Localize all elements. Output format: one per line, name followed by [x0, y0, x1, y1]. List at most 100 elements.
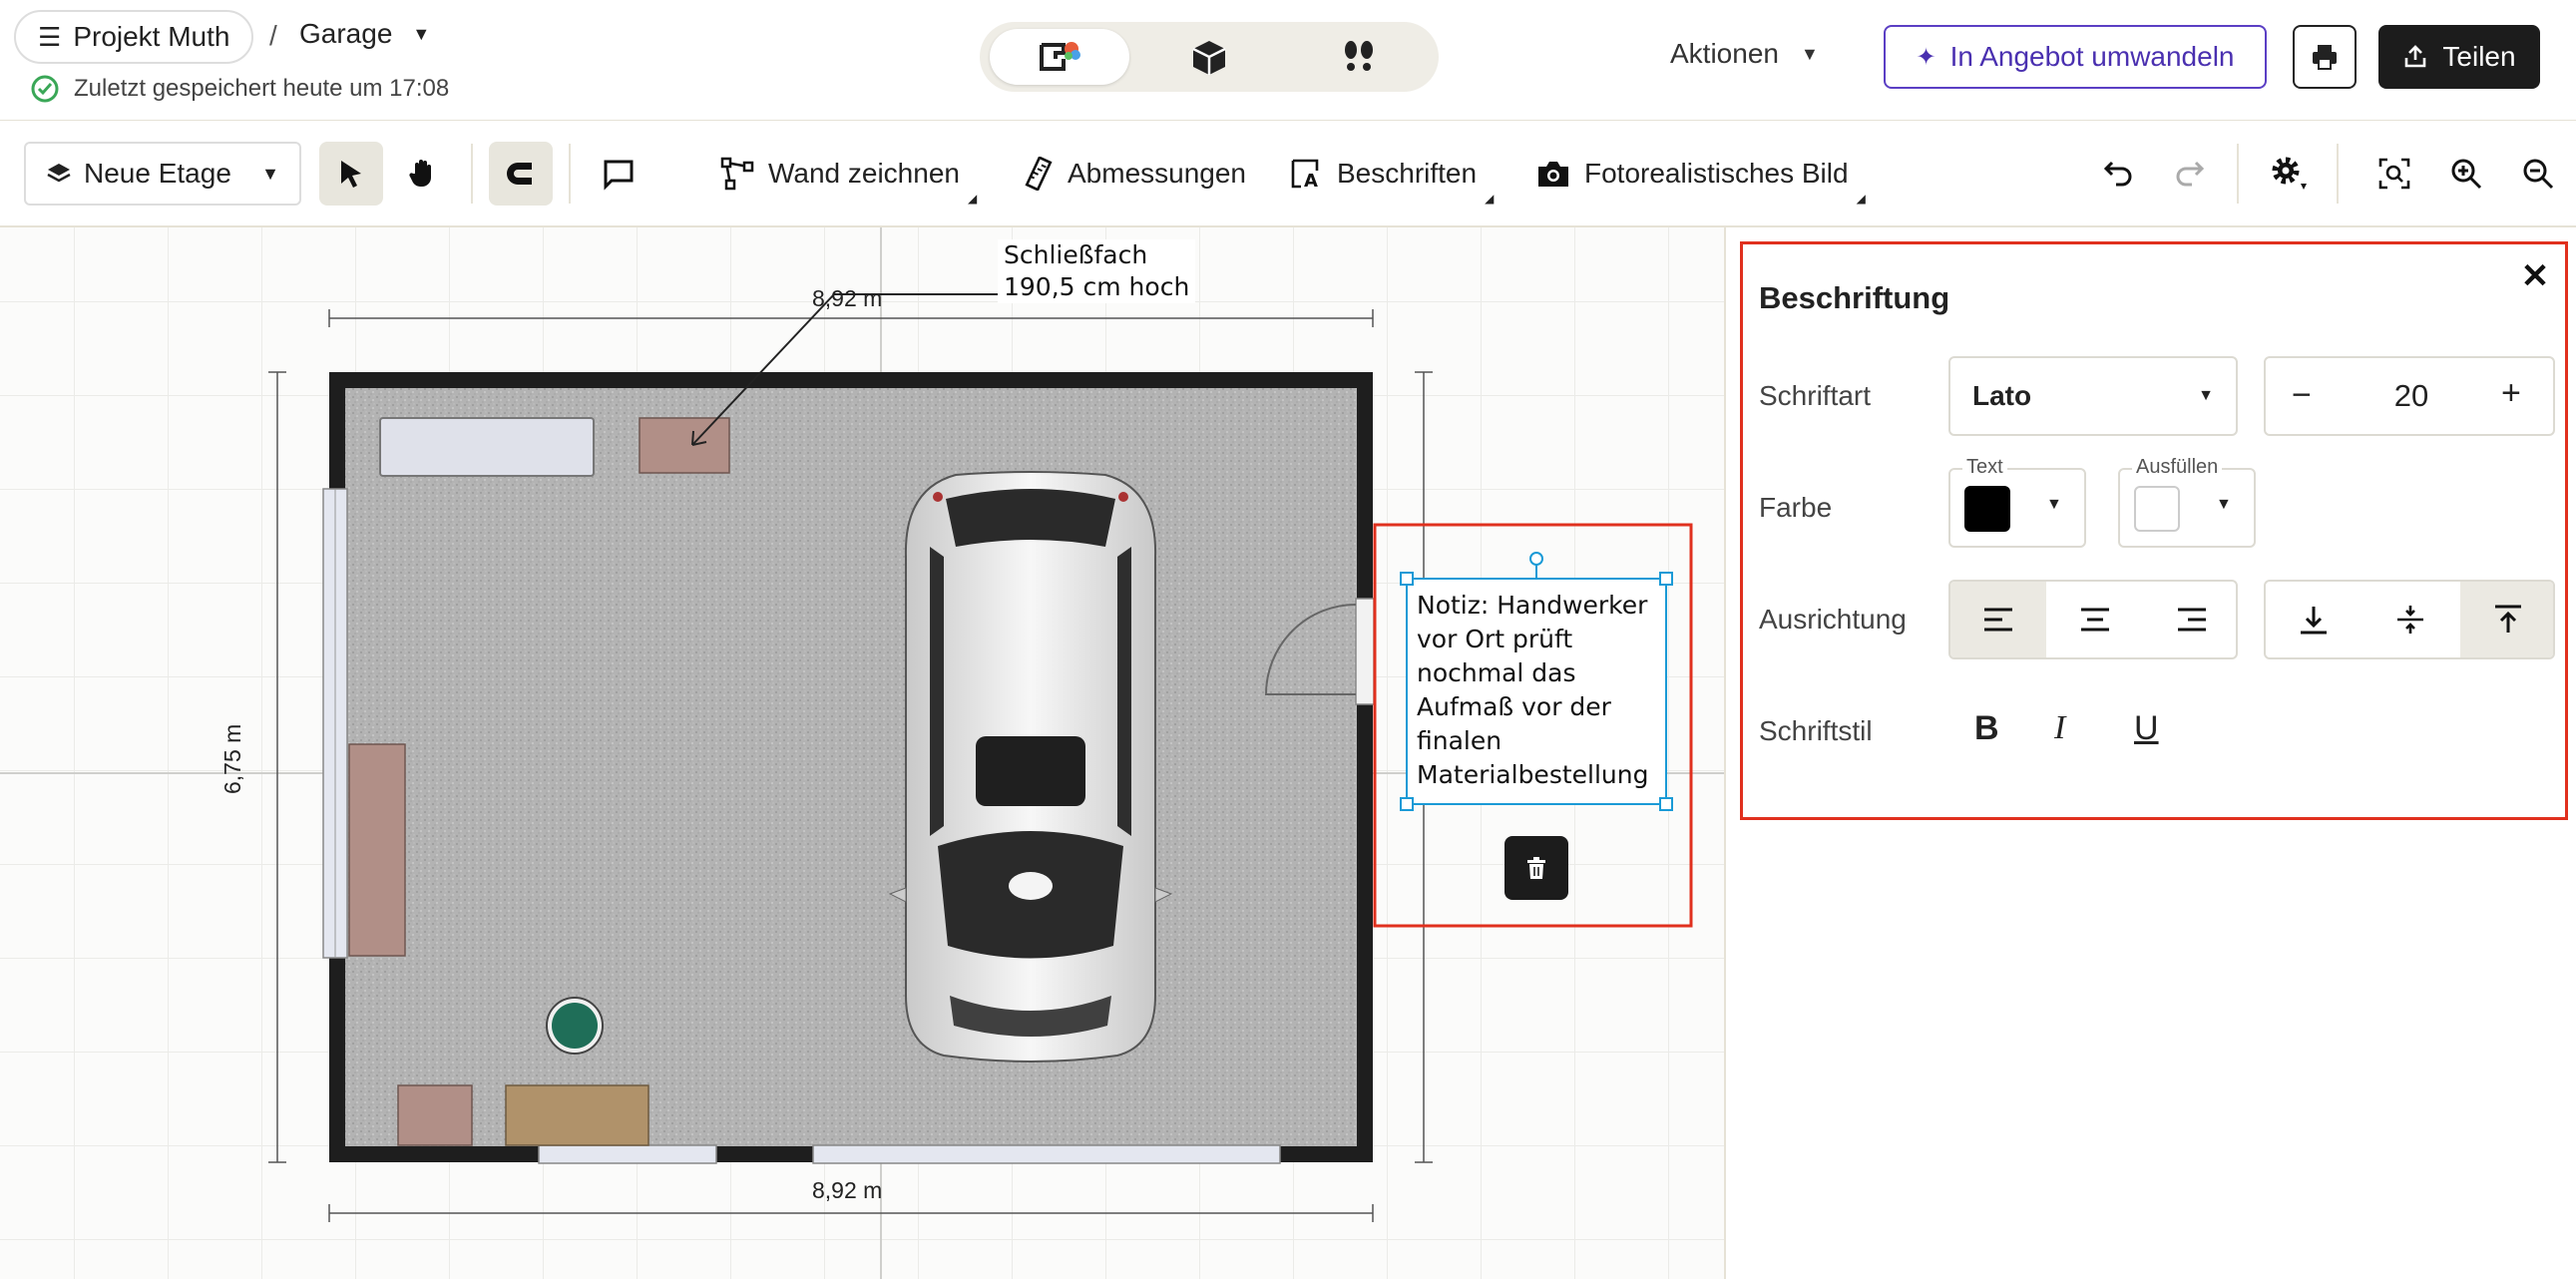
note-line: nochmal das: [1417, 658, 1576, 687]
align-right-button[interactable]: [2144, 582, 2236, 657]
resize-handle[interactable]: [1400, 797, 1414, 811]
printer-icon: [2313, 45, 2337, 70]
3d-box-icon: [1192, 41, 1226, 75]
actions-menu[interactable]: Aktionen ▼: [1670, 38, 1819, 70]
workbench[interactable]: [379, 417, 595, 477]
print-button[interactable]: [2293, 25, 2357, 89]
toolbar-divider: [471, 144, 473, 204]
fit-zoom-icon: [2378, 158, 2410, 190]
align-bottom-button[interactable]: [2266, 582, 2361, 657]
chevron-down-icon: ▼: [2198, 387, 2214, 404]
align-middle-icon: [2397, 606, 2423, 634]
undo-icon: [2103, 161, 2132, 187]
project-name: Projekt Muth: [73, 21, 230, 52]
wooden-box[interactable]: [505, 1084, 649, 1146]
font-size-value[interactable]: 20: [2383, 378, 2439, 414]
submenu-corner-icon: ◢: [967, 192, 978, 206]
redo-button[interactable]: [2157, 142, 2221, 206]
align-middle-button[interactable]: [2362, 582, 2458, 657]
dimension-left-label: 6,75 m: [219, 723, 245, 794]
convert-to-offer-button[interactable]: ✦ In Angebot umwandeln: [1884, 25, 2267, 89]
car-model[interactable]: [888, 471, 1173, 1063]
increase-size-button[interactable]: +: [2501, 374, 2521, 413]
align-bottom-icon: [2301, 607, 2327, 635]
select-tool-button[interactable]: [319, 142, 383, 206]
align-center-button[interactable]: [2047, 582, 2143, 657]
text-color-picker[interactable]: Text ▼: [1948, 456, 2086, 548]
callout-line-2: 190,5 cm hoch: [1004, 272, 1190, 301]
dimension-top-label: 8,92 m: [812, 285, 883, 311]
walk-footsteps-icon: [1345, 41, 1373, 71]
view-walk-button[interactable]: [1289, 29, 1429, 85]
dimensions-tool[interactable]: Abmessungen: [1024, 142, 1246, 206]
actions-label: Aktionen: [1670, 38, 1779, 69]
floor-selector[interactable]: Neue Etage ▼: [24, 142, 301, 206]
fit-view-button[interactable]: [2362, 142, 2426, 206]
font-style-label: Schriftstil: [1759, 715, 1873, 746]
floorplan-canvas[interactable]: 8,92 m 8,92 m 6,75 m Schließfach 190,5 c…: [0, 227, 1724, 1279]
note-textbox[interactable]: Notiz: Handwerker vor Ort prüft nochmal …: [1417, 589, 1666, 792]
panel-title: Beschriftung: [1759, 280, 1950, 315]
callout-label[interactable]: Schließfach 190,5 cm hoch: [998, 239, 1196, 303]
note-line: finalen: [1417, 726, 1503, 755]
locker-cabinet[interactable]: [639, 417, 730, 474]
color-label: Farbe: [1759, 492, 1833, 523]
bold-button[interactable]: B: [1974, 709, 1999, 748]
chevron-down-icon: ▼: [1800, 43, 1819, 64]
undo-button[interactable]: [2087, 142, 2151, 206]
chevron-down-icon: ▼: [2216, 496, 2232, 513]
chevron-down-icon: ▼: [412, 23, 431, 44]
underline-button[interactable]: U: [2134, 709, 2159, 748]
labels-tool[interactable]: A Beschriften ◢: [1289, 142, 1494, 206]
redo-icon: [2176, 161, 2205, 187]
rotate-handle[interactable]: [1529, 552, 1543, 566]
sparkle-icon: ✦: [1916, 43, 1936, 71]
camera-icon: [1538, 162, 1568, 187]
room-name: Garage: [299, 18, 393, 49]
view-mode-toggle: [980, 22, 1439, 92]
fill-color-picker[interactable]: Ausfüllen ▼: [2118, 456, 2256, 548]
project-menu-button[interactable]: ☰ Projekt Muth: [14, 10, 254, 64]
share-button[interactable]: Teilen: [2378, 25, 2540, 89]
2d-plan-icon: [1040, 42, 1080, 71]
window-bottom-wall-left[interactable]: [538, 1144, 717, 1164]
snap-magnet-button[interactable]: [489, 142, 553, 206]
small-cabinet[interactable]: [397, 1084, 473, 1146]
garage-floor[interactable]: [345, 388, 1357, 1146]
font-label: Schriftart: [1759, 380, 1872, 411]
breadcrumb-separator: /: [269, 20, 277, 51]
delete-note-button[interactable]: [1504, 836, 1568, 900]
resize-handle[interactable]: [1659, 572, 1673, 586]
close-panel-button[interactable]: ✕: [2515, 256, 2555, 296]
magnet-icon: [507, 163, 532, 185]
italic-button[interactable]: I: [2054, 709, 2065, 747]
chevron-down-icon: ▼: [2046, 496, 2062, 513]
photorealistic-image-tool[interactable]: Fotorealistisches Bild ◢: [1536, 142, 1866, 206]
room-dropdown[interactable]: Garage ▼: [299, 18, 430, 50]
toolbar-divider: [2237, 144, 2239, 204]
view-3d-button[interactable]: [1139, 29, 1279, 85]
note-line: Aufmaß vor der: [1417, 692, 1611, 721]
view-2d-button[interactable]: [990, 29, 1129, 85]
label-text-icon: A: [1291, 159, 1319, 191]
label-properties-panel: Beschriftung ✕ Schriftart Lato ▼ − 20 + …: [1740, 241, 2568, 820]
draw-wall-tool[interactable]: Wand zeichnen ◢: [720, 142, 977, 206]
font-family-select[interactable]: Lato ▼: [1948, 356, 2238, 436]
window-bottom-wall-right[interactable]: [812, 1144, 1281, 1164]
pan-tool-button[interactable]: [391, 142, 455, 206]
zoom-in-button[interactable]: [2434, 142, 2498, 206]
resize-handle[interactable]: [1659, 797, 1673, 811]
decrease-size-button[interactable]: −: [2292, 376, 2312, 415]
note-line: Notiz: Handwerker: [1417, 591, 1648, 620]
align-left-button[interactable]: [1950, 582, 2046, 657]
zoom-out-button[interactable]: [2506, 142, 2570, 206]
align-top-button[interactable]: [2460, 582, 2553, 657]
resize-handle[interactable]: [1400, 572, 1414, 586]
comment-tool-button[interactable]: [587, 142, 650, 206]
top-header: ☰ Projekt Muth / Garage ▼ Zuletzt gespei…: [0, 0, 2576, 121]
comment-icon: [604, 160, 634, 191]
align-center-icon: [2081, 608, 2109, 632]
shelf-left[interactable]: [348, 743, 406, 957]
settings-button[interactable]: [2257, 142, 2321, 206]
text-color-swatch: [1964, 486, 2010, 532]
